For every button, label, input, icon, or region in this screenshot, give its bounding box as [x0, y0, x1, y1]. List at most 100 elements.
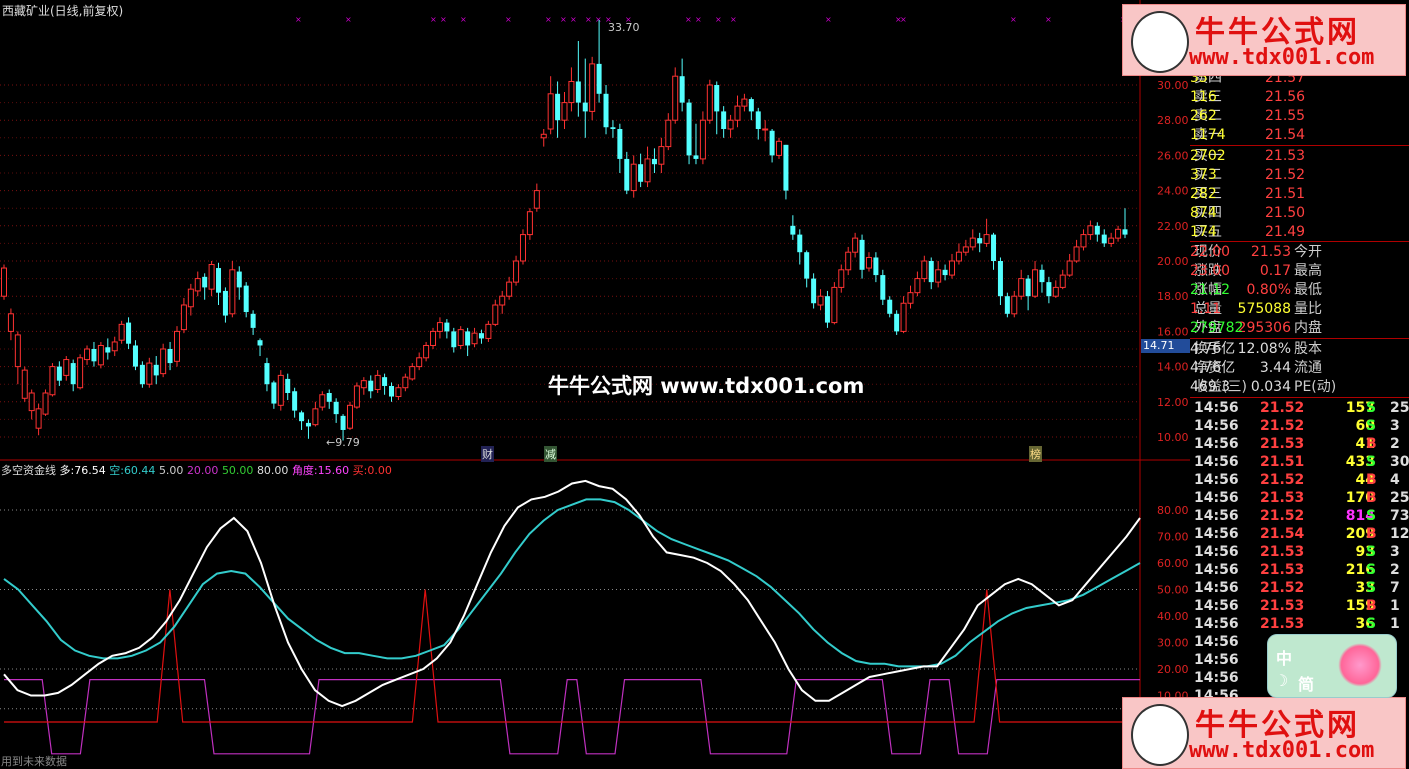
bid-row[interactable]: 买四 21.50 874: [1190, 204, 1409, 222]
kong-label: 空:: [109, 464, 124, 477]
event-marker-jian[interactable]: 减: [544, 446, 557, 462]
indicator-name: 多空资金线: [1, 464, 56, 477]
candle: [831, 282, 838, 325]
stat-row[interactable]: 外盘 295306 内盘 279782: [1190, 319, 1409, 337]
stat-row[interactable]: 收益(三) 0.034 PE(动) 469.3: [1190, 378, 1409, 396]
candle: [423, 341, 430, 362]
tick-row[interactable]: 14:56 21.53 170 B 25: [1190, 489, 1409, 507]
candle: [257, 338, 263, 357]
candle: [887, 296, 893, 318]
ime-variant[interactable]: 简: [1298, 671, 1314, 695]
flower-icon: [1338, 643, 1382, 687]
candle: [7, 308, 14, 341]
ime-widget[interactable]: 中 ☽ 简: [1267, 634, 1397, 698]
bid-row[interactable]: 买五 21.49 174: [1190, 223, 1409, 241]
stat-row[interactable]: 总量 575088 量比 1.11: [1190, 300, 1409, 318]
candle-body: [852, 237, 859, 253]
candle-body: [111, 341, 118, 352]
candle: [555, 81, 561, 138]
event-marker-bang[interactable]: 榜: [1029, 446, 1042, 462]
tick-side: B: [1366, 526, 1377, 542]
tick-row[interactable]: 14:56 21.53 41 B 2: [1190, 435, 1409, 453]
candle: [139, 361, 145, 388]
candle-body: [797, 234, 803, 253]
tick-row[interactable]: 14:56 21.52 814 S 73: [1190, 507, 1409, 525]
bid-price: 21.52: [1265, 167, 1306, 183]
candle: [762, 120, 769, 142]
high-label: 33.70: [608, 21, 640, 34]
stat-value: 279782: [1190, 320, 1244, 336]
ask-price: 21.56: [1265, 89, 1306, 105]
stat-row[interactable]: 净资 3.44 流通 4.76亿: [1190, 359, 1409, 377]
price-axis-label: 30.00: [1157, 79, 1189, 92]
tick-time: 14:56: [1194, 454, 1239, 470]
candle: [70, 359, 76, 392]
candle: [644, 146, 651, 188]
candle-body: [416, 357, 423, 368]
candle-body: [299, 412, 305, 422]
candle-body: [575, 81, 581, 103]
candle: [402, 373, 409, 392]
ask-row[interactable]: 卖一 21.54 1174: [1190, 126, 1409, 144]
duo-line: [3, 479, 1141, 708]
candle: [299, 410, 305, 430]
tick-row[interactable]: 14:56 21.52 33 S 7: [1190, 579, 1409, 597]
candle: [319, 391, 326, 411]
bid-row[interactable]: 买二 21.52 373: [1190, 166, 1409, 184]
stat-row[interactable]: 现价 21.53 今开 22.00: [1190, 243, 1409, 261]
tick-row[interactable]: 14:56 21.51 433 S 30: [1190, 453, 1409, 471]
candle-body: [865, 256, 872, 269]
tick-price: 21.53: [1260, 598, 1305, 614]
stat-row[interactable]: 涨幅 0.80% 最低 21.12: [1190, 281, 1409, 299]
price-axis: 30.00 28.00 26.00 24.00 22.00 20.00 18.00 16.00…: [1157, 79, 1189, 444]
ask-row[interactable]: 卖二 21.55 262: [1190, 107, 1409, 125]
candle-body: [568, 80, 575, 104]
tick-price: 21.52: [1260, 580, 1305, 596]
bid-price: 21.50: [1265, 205, 1306, 221]
tick-row[interactable]: 14:56 21.52 60 S 3: [1190, 417, 1409, 435]
candle: [914, 271, 921, 297]
tick-row[interactable]: 14:56 21.53 93 S 3: [1190, 543, 1409, 561]
candle-body: [1066, 260, 1073, 276]
tick-row[interactable]: 14:56 21.52 157 S 25: [1190, 399, 1409, 417]
candle-body: [561, 102, 568, 121]
candle: [1011, 290, 1018, 318]
candle-body: [907, 292, 914, 304]
tick-time: 14:56: [1194, 652, 1239, 668]
bid-row[interactable]: 买三 21.51 282: [1190, 185, 1409, 203]
candle-body: [326, 393, 332, 402]
candle-body: [831, 286, 838, 324]
candle-body: [374, 374, 381, 390]
candle: [734, 95, 741, 128]
tick-row[interactable]: 14:56 21.53 159 B 1: [1190, 597, 1409, 615]
tick-price: 21.52: [1260, 418, 1305, 434]
candle: [1059, 269, 1066, 290]
tick-price: 21.53: [1260, 544, 1305, 560]
tick-row[interactable]: 14:56 21.54 209 B 12: [1190, 525, 1409, 543]
stat-row[interactable]: 换手 12.08% 股本 4.76亿: [1190, 340, 1409, 358]
stat-row[interactable]: 涨跌 0.17 最高 23.00: [1190, 262, 1409, 280]
candle: [471, 327, 478, 348]
stat-value: 4.76亿: [1190, 341, 1236, 357]
panel-separator: [1190, 145, 1409, 146]
stat-value: 23.00: [1190, 263, 1231, 279]
tick-row[interactable]: 14:56 21.53 36 S 1: [1190, 615, 1409, 633]
price-axis-label: 12.00: [1157, 396, 1189, 409]
bid-row[interactable]: 买一 21.53 2702: [1190, 147, 1409, 165]
event-marker-cai[interactable]: 财: [481, 446, 494, 462]
tick-row[interactable]: 14:56 21.53 216 S 2: [1190, 561, 1409, 579]
candle-body: [962, 246, 969, 253]
ask-row[interactable]: 卖三 21.56 116: [1190, 88, 1409, 106]
candle: [492, 299, 499, 327]
moon-icon[interactable]: ☽: [1274, 671, 1288, 690]
candle: [589, 56, 596, 121]
candle: [465, 327, 471, 357]
candle: [430, 327, 437, 349]
candle-body: [257, 340, 263, 346]
tick-price: 21.52: [1260, 472, 1305, 488]
tick-row[interactable]: 14:56 21.52 44 B 4: [1190, 471, 1409, 489]
candle: [333, 398, 339, 423]
candle: [1039, 264, 1045, 293]
indicator-axis-label: 50.00: [1157, 584, 1189, 597]
ime-mode[interactable]: 中: [1276, 645, 1292, 669]
